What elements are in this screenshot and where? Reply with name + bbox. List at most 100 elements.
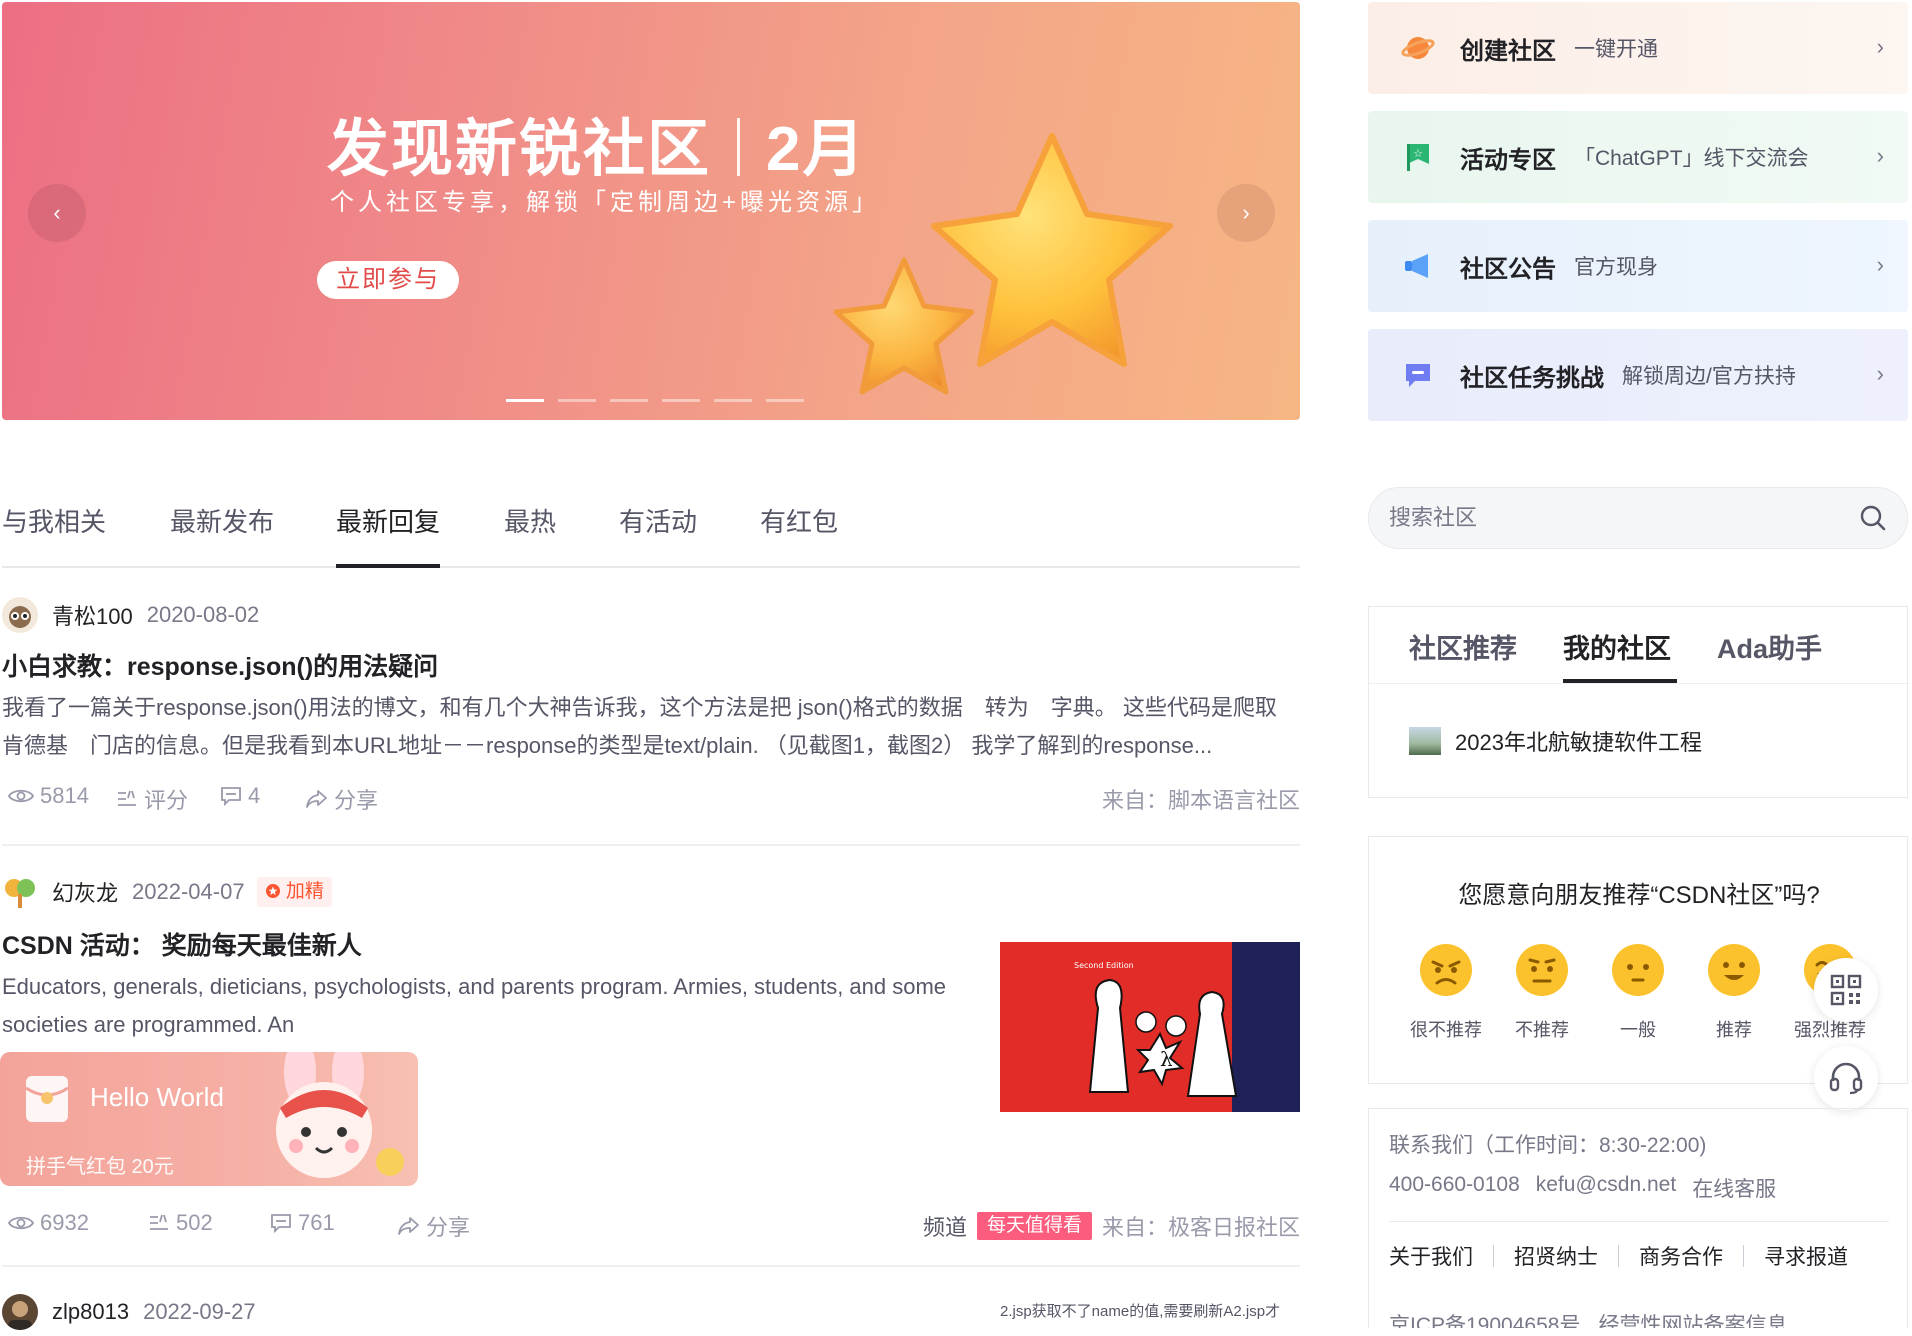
tab-activities[interactable]: 有活动 — [619, 502, 697, 539]
post-cover-image[interactable]: Second Edition λ — [1000, 942, 1300, 1112]
survey-option-label: 很不推荐 — [1410, 1020, 1482, 1040]
quick-link-activities[interactable]: ☆ 活动专区 「ChatGPT」线下交流会 › — [1368, 111, 1908, 203]
banner-dot[interactable] — [714, 399, 752, 402]
survey-option-neutral[interactable]: 一般 — [1593, 943, 1683, 1042]
banner-dot[interactable] — [558, 399, 596, 402]
banner-dot[interactable] — [662, 399, 700, 402]
business-license-link[interactable]: 经营性网站备案信息 — [1598, 1309, 1787, 1328]
post-image-snippet[interactable]: 2.jsp获取不了name的值,需要刷新A2.jsp才 — [1000, 1300, 1300, 1330]
tab-hot[interactable]: 最热 — [504, 502, 556, 539]
community-item-name[interactable]: 2023年北航敏捷软件工程 — [1455, 725, 1702, 757]
contact-hours: 联系我们（工作时间：8:30-22:00) — [1389, 1134, 1707, 1157]
avatar[interactable] — [2, 597, 38, 633]
rating-icon — [150, 1214, 168, 1230]
footer-link-about[interactable]: 关于我们 — [1389, 1241, 1473, 1271]
share-button[interactable]: 分享 — [398, 1210, 470, 1242]
channel-tag[interactable]: 每天值得看 — [976, 1212, 1092, 1240]
banner-dot[interactable] — [610, 399, 648, 402]
hero-banner[interactable]: 发现新锐社区 2月 个人社区专享，解锁「定制周边+曝光资源」 立即参与 ‹ › — [2, 2, 1300, 420]
angry-face-icon — [1420, 944, 1472, 996]
contact-phone[interactable]: 400-660-0108 — [1389, 1173, 1520, 1203]
view-count: 6932 — [8, 1210, 89, 1236]
chevron-right-icon: › — [1876, 34, 1884, 59]
tab-community-recommend[interactable]: 社区推荐 — [1409, 627, 1517, 666]
contact-email[interactable]: kefu@csdn.net — [1536, 1173, 1676, 1203]
smile-face-icon — [1708, 944, 1760, 996]
view-count: 5814 — [8, 783, 89, 809]
tab-ada-assistant[interactable]: Ada助手 — [1717, 627, 1822, 666]
tab-my-community[interactable]: 我的社区 — [1563, 627, 1671, 666]
avatar[interactable] — [2, 1294, 38, 1330]
banner-title: 发现新锐社区 2月 — [327, 98, 867, 188]
banner-pagination — [506, 399, 804, 402]
share-icon — [398, 1217, 419, 1235]
share-label: 分享 — [334, 788, 379, 813]
banner-prev-button[interactable]: ‹ — [28, 184, 86, 242]
survey-option-label: 强烈推荐 — [1794, 1020, 1866, 1040]
banner-dot[interactable] — [766, 399, 804, 402]
survey-option-likely[interactable]: 推荐 — [1689, 943, 1779, 1042]
comment-button[interactable]: 761 — [270, 1210, 335, 1236]
author-name[interactable]: 幻灰龙 — [52, 876, 118, 908]
share-icon — [306, 790, 327, 808]
icp-number[interactable]: 京ICP备19004658号 — [1389, 1309, 1580, 1328]
quick-link-announcements[interactable]: 社区公告 官方现身 › — [1368, 220, 1908, 312]
author-name[interactable]: 青松100 — [52, 599, 133, 631]
post-source: 频道 每天值得看 来自：极客日报社区 — [923, 1210, 1300, 1242]
view-count-value: 6932 — [40, 1210, 89, 1235]
banner-next-button[interactable]: › — [1217, 184, 1275, 242]
post-item[interactable]: zlp8013 2022-09-27 2.jsp获取不了name的值,需要刷新A… — [2, 1292, 1300, 1332]
survey-option-very-unlikely[interactable]: 很不推荐 — [1401, 943, 1491, 1042]
quick-link-desc: 「ChatGPT」线下交流会 — [1574, 147, 1809, 170]
tab-red-packet[interactable]: 有红包 — [760, 502, 838, 539]
post-excerpt[interactable]: Educators, generals, dieticians, psychol… — [2, 968, 962, 1044]
source-text[interactable]: 来自：极客日报社区 — [1102, 1210, 1300, 1242]
chevron-right-icon: › — [1242, 200, 1250, 225]
rabbit-mascot-image — [276, 1052, 404, 1178]
post-source[interactable]: 来自：脚本语言社区 — [1102, 783, 1300, 815]
search-icon[interactable] — [1859, 504, 1887, 532]
rating-icon — [118, 790, 136, 806]
eye-icon — [8, 789, 34, 803]
book-edition-label: Second Edition — [1074, 961, 1134, 970]
footer-link-careers[interactable]: 招贤纳士 — [1514, 1241, 1598, 1271]
quick-link-tasks[interactable]: 社区任务挑战 解锁周边/官方扶持 › — [1368, 329, 1908, 421]
post-footer: 6932 502 761 分享 频道 每天值得看 来自：极客日报社区 — [2, 1204, 1300, 1244]
footer-link-press[interactable]: 寻求报道 — [1764, 1241, 1848, 1271]
post-item[interactable]: 青松100 2020-08-02 小白求教：response.json()的用法… — [2, 595, 1300, 817]
footer-link-business[interactable]: 商务合作 — [1639, 1241, 1723, 1271]
rating-button[interactable]: 评分 — [116, 783, 188, 815]
share-button[interactable]: 分享 — [306, 783, 378, 815]
avatar[interactable] — [2, 874, 38, 910]
comment-count: 761 — [298, 1210, 335, 1235]
banner-join-button[interactable]: 立即参与 — [317, 261, 459, 299]
banner-dot[interactable] — [506, 399, 544, 402]
planet-icon — [1400, 30, 1436, 66]
red-packet-card[interactable]: Hello World 拼手气红包 20元 — [0, 1052, 418, 1186]
post-date: 2022-09-27 — [143, 1299, 256, 1324]
customer-service-button[interactable] — [1814, 1046, 1878, 1110]
chat-icon — [1400, 357, 1436, 393]
survey-option-unlikely[interactable]: 不推荐 — [1497, 943, 1587, 1042]
tab-latest-published[interactable]: 最新发布 — [170, 502, 274, 539]
comment-button[interactable]: 4 — [220, 783, 260, 809]
chevron-right-icon: › — [1876, 143, 1884, 168]
post-title[interactable]: 小白求教：response.json()的用法疑问 — [2, 647, 1300, 683]
search-input[interactable] — [1389, 488, 1829, 548]
community-item[interactable]: 2023年北航敏捷软件工程 — [1409, 725, 1702, 757]
banner-subtitle: 个人社区专享，解锁「定制周边+曝光资源」 — [330, 189, 881, 216]
community-search — [1368, 487, 1908, 549]
channel-label: 频道 — [922, 1215, 967, 1240]
quick-link-create-community[interactable]: 创建社区 一键开通 › — [1368, 2, 1908, 94]
source-text[interactable]: 来自：脚本语言社区 — [1102, 783, 1300, 815]
author-name[interactable]: zlp8013 — [52, 1299, 129, 1325]
online-service-link[interactable]: 在线客服 — [1692, 1173, 1776, 1203]
qr-code-button[interactable] — [1814, 958, 1878, 1022]
tab-related[interactable]: 与我相关 — [2, 502, 106, 539]
quick-link-desc: 解锁周边/官方扶持 — [1622, 365, 1796, 388]
quick-link-title: 活动专区 — [1460, 146, 1556, 174]
rating-button[interactable]: 502 — [148, 1210, 213, 1236]
post-excerpt[interactable]: 我看了一篇关于response.json()用法的博文，和有几个大神告诉我，这个… — [2, 689, 1300, 765]
tab-latest-reply[interactable]: 最新回复 — [336, 502, 440, 539]
rating-label: 评分 — [144, 788, 189, 813]
